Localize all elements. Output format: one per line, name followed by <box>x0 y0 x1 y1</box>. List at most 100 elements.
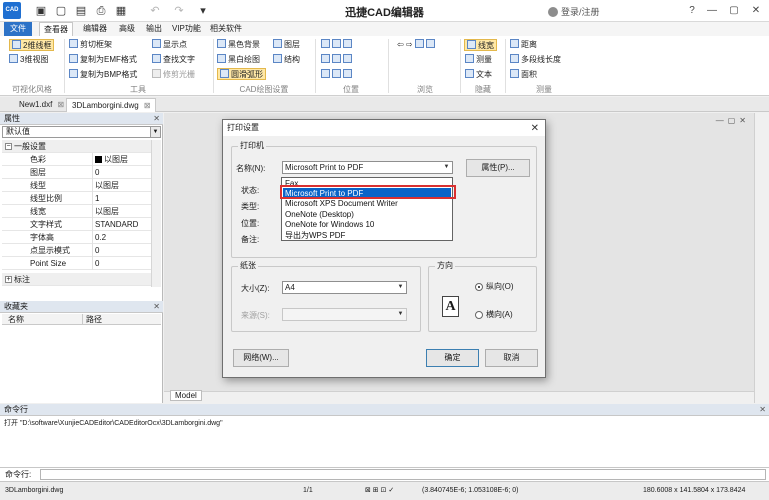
ok-button[interactable]: 确定 <box>426 349 479 367</box>
chevron-down-icon: ▼ <box>150 127 160 137</box>
browse-tools[interactable]: ⇦ ⇨ <box>397 39 437 51</box>
printer-option[interactable]: 导出为WPS PDF <box>283 230 451 241</box>
home-view-icon <box>332 69 341 78</box>
color-swatch <box>95 156 102 163</box>
orientation-section-label: 方向 <box>435 261 455 271</box>
command-header: 命令行 ✕ <box>0 404 769 416</box>
paper-section: 纸张 <box>231 261 421 332</box>
property-row[interactable]: 线型 以图层 <box>2 179 151 192</box>
paper-size-select[interactable]: A4 ▼ <box>282 281 407 294</box>
ribbon-structure[interactable]: 结构 <box>273 54 300 66</box>
portrait-radio[interactable] <box>475 283 483 291</box>
group-browse: 浏览 <box>417 85 433 94</box>
printer-name-select[interactable]: Microsoft Print to PDF ▼ <box>282 161 453 174</box>
network-button[interactable]: 网络(W)... <box>233 349 289 367</box>
rotate-icon <box>321 69 330 78</box>
zoom-icon <box>343 39 352 48</box>
canvas-window-controls[interactable]: —▢✕ <box>716 116 750 125</box>
tab-file[interactable]: 文件 <box>4 22 32 36</box>
cancel-button[interactable]: 取消 <box>485 349 538 367</box>
property-row[interactable]: 字体高 0.2 <box>2 231 151 244</box>
command-input[interactable] <box>40 469 766 480</box>
fit-icon <box>321 54 330 63</box>
ribbon-distance[interactable]: 距离 <box>510 39 537 51</box>
maximize-button[interactable]: ▢ <box>725 2 743 19</box>
dialog-close-button[interactable]: ✕ <box>531 121 539 137</box>
tab-editor[interactable]: 编辑器 <box>79 22 111 36</box>
property-category-general[interactable]: − 一般设置 <box>2 140 151 153</box>
ribbon-3d-view[interactable]: 3维视图 <box>9 54 48 66</box>
printer-properties-button[interactable]: 属性(P)... <box>466 159 530 177</box>
tab-related-software[interactable]: 相关软件 <box>206 22 246 36</box>
property-category-dimension[interactable]: + 标注 <box>2 273 151 286</box>
ribbon-text[interactable]: 文本 <box>465 69 492 81</box>
column-path[interactable]: 路径 <box>82 314 102 325</box>
position-tools-row-1[interactable] <box>321 39 354 51</box>
property-row[interactable]: 线宽 以图层 <box>2 205 151 218</box>
status-bar: 3DLamborgini.dwg 1/1 ⊠ ⊞ ⊡ ✓ (3.840745E-… <box>0 481 769 500</box>
layers-icon <box>273 39 282 48</box>
property-row[interactable]: 图层 0 <box>2 166 151 179</box>
printer-section-label: 打印机 <box>238 141 266 151</box>
wireframe-icon <box>12 40 21 49</box>
browse-window-icon <box>425 39 435 48</box>
printer-option[interactable]: Microsoft XPS Document Writer <box>283 198 451 209</box>
doc-tab-new1[interactable]: New1.dxf ⊠ <box>14 98 69 112</box>
ribbon-black-background[interactable]: 黑色背景 <box>217 39 260 51</box>
ribbon-area[interactable]: 面积 <box>510 69 537 81</box>
tab-output[interactable]: 输出 <box>142 22 166 36</box>
ribbon-copy-emf[interactable]: 复制为EMF格式 <box>69 54 137 66</box>
vertical-scrollbar[interactable] <box>754 113 769 403</box>
tab-viewer[interactable]: 查看器 <box>39 22 73 36</box>
position-tools-row-2[interactable] <box>321 54 354 66</box>
ribbon-line-width[interactable]: 线宽 <box>464 39 497 51</box>
group-visual-style: 可视化风格 <box>12 85 52 94</box>
properties-scrollbar[interactable] <box>151 140 161 287</box>
model-tab[interactable]: Model <box>170 390 202 401</box>
zoom-out-icon <box>343 54 352 63</box>
crop-icon <box>69 39 78 48</box>
ribbon-trim-raster[interactable]: 修剪光栅 <box>152 69 195 81</box>
ribbon-polyline-length[interactable]: 多段线长度 <box>510 54 561 66</box>
ribbon-2d-wireframe[interactable]: 2维线框 <box>9 39 55 51</box>
status-snap-icons[interactable]: ⊠ ⊞ ⊡ ✓ <box>365 482 394 500</box>
landscape-radio[interactable] <box>475 311 483 319</box>
tab-vip[interactable]: VIP功能 <box>168 22 205 36</box>
doc-tab-3dlamborgini[interactable]: 3DLamborgini.dwg ⊠ <box>66 98 157 112</box>
column-name[interactable]: 名称 <box>8 314 24 325</box>
ribbon-show-points[interactable]: 显示点 <box>152 39 187 51</box>
property-row[interactable]: 色彩 以图层 <box>2 153 151 166</box>
properties-selector[interactable]: 默认值 ▼ <box>2 126 161 138</box>
close-button[interactable]: ✕ <box>747 2 765 19</box>
property-row[interactable]: 线型比例 1 <box>2 192 151 205</box>
minimize-button[interactable]: — <box>703 2 721 19</box>
property-row[interactable]: 点显示模式 0 <box>2 244 151 257</box>
close-icon[interactable]: ✕ <box>153 301 160 313</box>
login-link[interactable]: 登录/注册 <box>548 5 600 18</box>
close-icon[interactable]: ✕ <box>759 404 766 416</box>
ribbon-black-white-drawing[interactable]: 黑白绘图 <box>217 54 260 66</box>
collapse-icon[interactable]: − <box>5 143 12 150</box>
position-tools-row-3[interactable] <box>321 69 354 81</box>
ribbon-copy-bmp[interactable]: 复制为BMP格式 <box>69 69 137 81</box>
arrow-right-icon: ⇨ <box>405 40 415 49</box>
ribbon-find-text[interactable]: 查找文字 <box>152 54 195 66</box>
ribbon-smooth-arc[interactable]: 圆滑弧形 <box>217 68 266 80</box>
ribbon-measure[interactable]: 测量 <box>465 54 492 66</box>
expand-icon[interactable]: + <box>5 276 12 283</box>
paper-source-label: 来源(S): <box>241 311 270 320</box>
printer-option[interactable]: OneNote for Windows 10 <box>283 219 451 230</box>
property-row[interactable]: 文字样式 STANDARD <box>2 218 151 231</box>
ribbon-clip-frame[interactable]: 剪切框架 <box>69 39 112 51</box>
location-label: 位置: <box>241 219 260 228</box>
paper-source-select[interactable]: ▼ <box>282 308 407 321</box>
close-tab-icon[interactable]: ⊠ <box>144 101 151 110</box>
close-tab-icon[interactable]: ⊠ <box>57 100 64 109</box>
close-icon[interactable]: ✕ <box>153 113 160 125</box>
group-tools: 工具 <box>130 85 146 94</box>
tab-advanced[interactable]: 高级 <box>115 22 139 36</box>
property-row[interactable]: Point Size 0 <box>2 257 151 270</box>
horizontal-scrollbar[interactable] <box>164 391 754 403</box>
help-icon[interactable]: ? <box>683 2 701 19</box>
ribbon-layers[interactable]: 图层 <box>273 39 300 51</box>
